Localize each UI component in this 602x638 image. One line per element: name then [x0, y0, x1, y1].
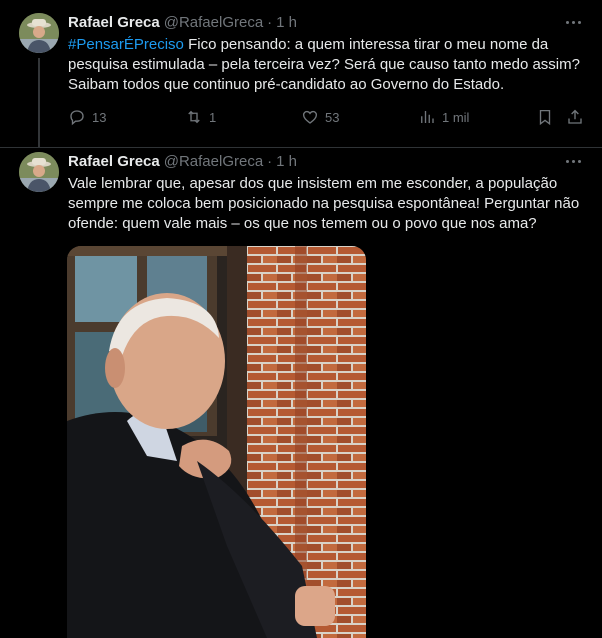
reply-count: 13: [92, 109, 107, 125]
author-handle[interactable]: @RafaelGreca: [164, 153, 263, 170]
reply-icon: [70, 110, 84, 126]
like-button[interactable]: 53: [301, 106, 339, 128]
author-handle[interactable]: @RafaelGreca: [164, 14, 263, 31]
timestamp[interactable]: 1 h: [276, 153, 297, 170]
reply-button[interactable]: 13: [68, 106, 106, 128]
timestamp[interactable]: 1 h: [276, 14, 297, 31]
bookmark-icon: [539, 109, 551, 126]
hashtag-link[interactable]: #PensarÉPreciso: [68, 36, 184, 53]
avatar[interactable]: [19, 13, 59, 53]
views-button[interactable]: 1 mil: [418, 106, 469, 128]
avatar[interactable]: [19, 152, 59, 192]
avatar-image: [19, 13, 59, 53]
tweet-photo[interactable]: [67, 246, 366, 638]
views-count: 1 mil: [442, 109, 470, 125]
author-name[interactable]: Rafael Greca: [68, 153, 160, 170]
repost-count: 1: [209, 109, 217, 125]
repost-button[interactable]: 1: [185, 106, 216, 128]
avatar-image: [19, 152, 59, 192]
tweet-actions: 13 1 53 1 mil: [60, 106, 590, 128]
like-icon: [302, 110, 318, 124]
tweet-text: #PensarÉPreciso Fico pensando: a quem in…: [68, 35, 588, 95]
views-icon: [421, 111, 434, 123]
share-icon: [568, 109, 582, 124]
tweet-text: Vale lembrar que, apesar dos que insiste…: [68, 175, 580, 232]
tweet-header: Rafael Greca @RafaelGreca · 1 h: [68, 151, 297, 171]
author-name[interactable]: Rafael Greca: [68, 14, 160, 31]
more-icon[interactable]: [561, 151, 585, 171]
repost-icon: [188, 110, 200, 124]
thread-line: [38, 58, 40, 147]
like-count: 53: [325, 109, 340, 125]
more-icon[interactable]: [561, 12, 585, 32]
tweet[interactable]: Rafael Greca @RafaelGreca · 1 h Vale lem…: [0, 147, 602, 638]
tweet[interactable]: Rafael Greca @RafaelGreca · 1 h #PensarÉ…: [0, 0, 602, 147]
tweet-header: Rafael Greca @RafaelGreca · 1 h: [68, 12, 297, 32]
bookmark-button[interactable]: [536, 106, 554, 128]
separator-dot: ·: [267, 152, 273, 170]
separator-dot: ·: [267, 13, 273, 31]
share-button[interactable]: [566, 106, 584, 128]
photo-image: [67, 246, 366, 638]
